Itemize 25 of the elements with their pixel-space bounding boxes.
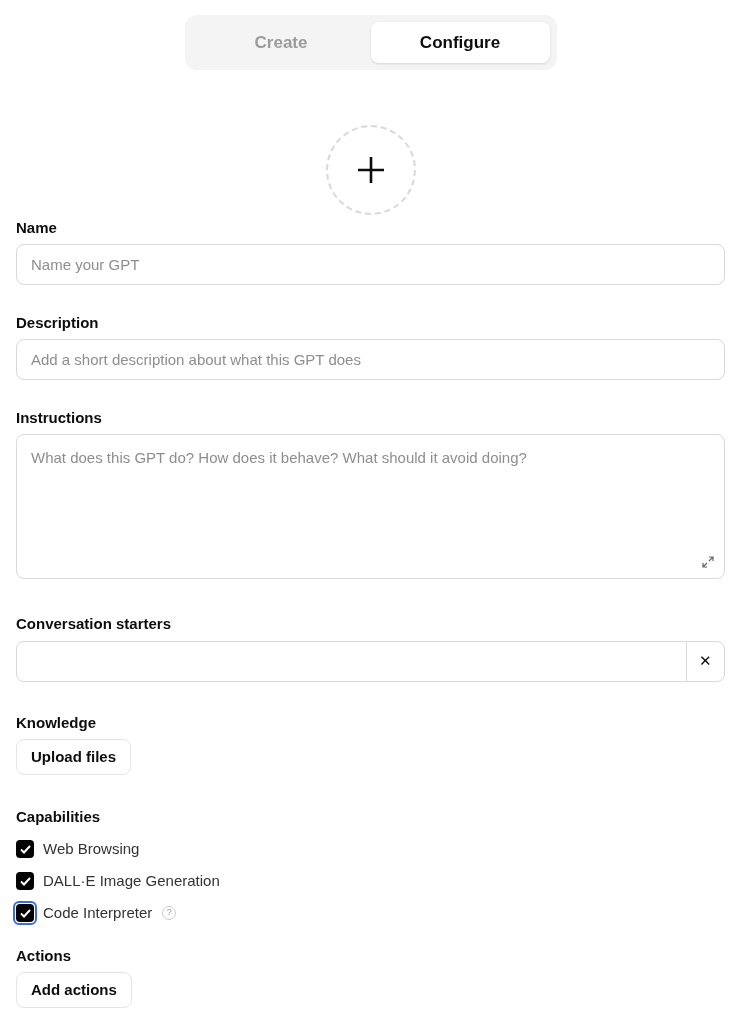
checkmark-icon	[19, 844, 31, 854]
field-label: Name	[16, 218, 58, 238]
checkbox[interactable]	[16, 840, 34, 858]
checkbox-label: DALL·E Image Generation	[43, 870, 220, 891]
placeholder-text: What does this GPT do? How does it behave? What should it avoid doing?	[31, 448, 528, 468]
checkbox-label: Code Interpreter	[43, 902, 153, 923]
checkbox[interactable]	[16, 872, 34, 890]
field-label: Instructions	[16, 408, 103, 428]
upload-files-button[interactable]: Upload files	[16, 739, 131, 775]
starter-input-field[interactable]: ✕	[16, 641, 725, 682]
field-label: Capabilities	[16, 807, 102, 827]
text-input-field[interactable]: Add a short description about what this GPT does	[16, 339, 725, 380]
checkmark-icon	[19, 908, 31, 918]
expand-icon[interactable]	[702, 556, 714, 568]
plus-icon	[355, 155, 386, 185]
field-label: Description	[16, 313, 100, 333]
tab[interactable]: Configure	[370, 22, 550, 63]
field-label: Conversation starters	[16, 614, 173, 634]
add-actions-button[interactable]: Add actions	[16, 972, 132, 1008]
remove-button[interactable]: ✕	[686, 642, 724, 681]
text-input-field[interactable]: Name your GPT	[16, 244, 725, 285]
field-label: Knowledge	[16, 713, 97, 733]
checkbox-label: Web Browsing	[43, 838, 140, 859]
field-label: Actions	[16, 946, 72, 966]
checkmark-icon	[19, 876, 31, 886]
